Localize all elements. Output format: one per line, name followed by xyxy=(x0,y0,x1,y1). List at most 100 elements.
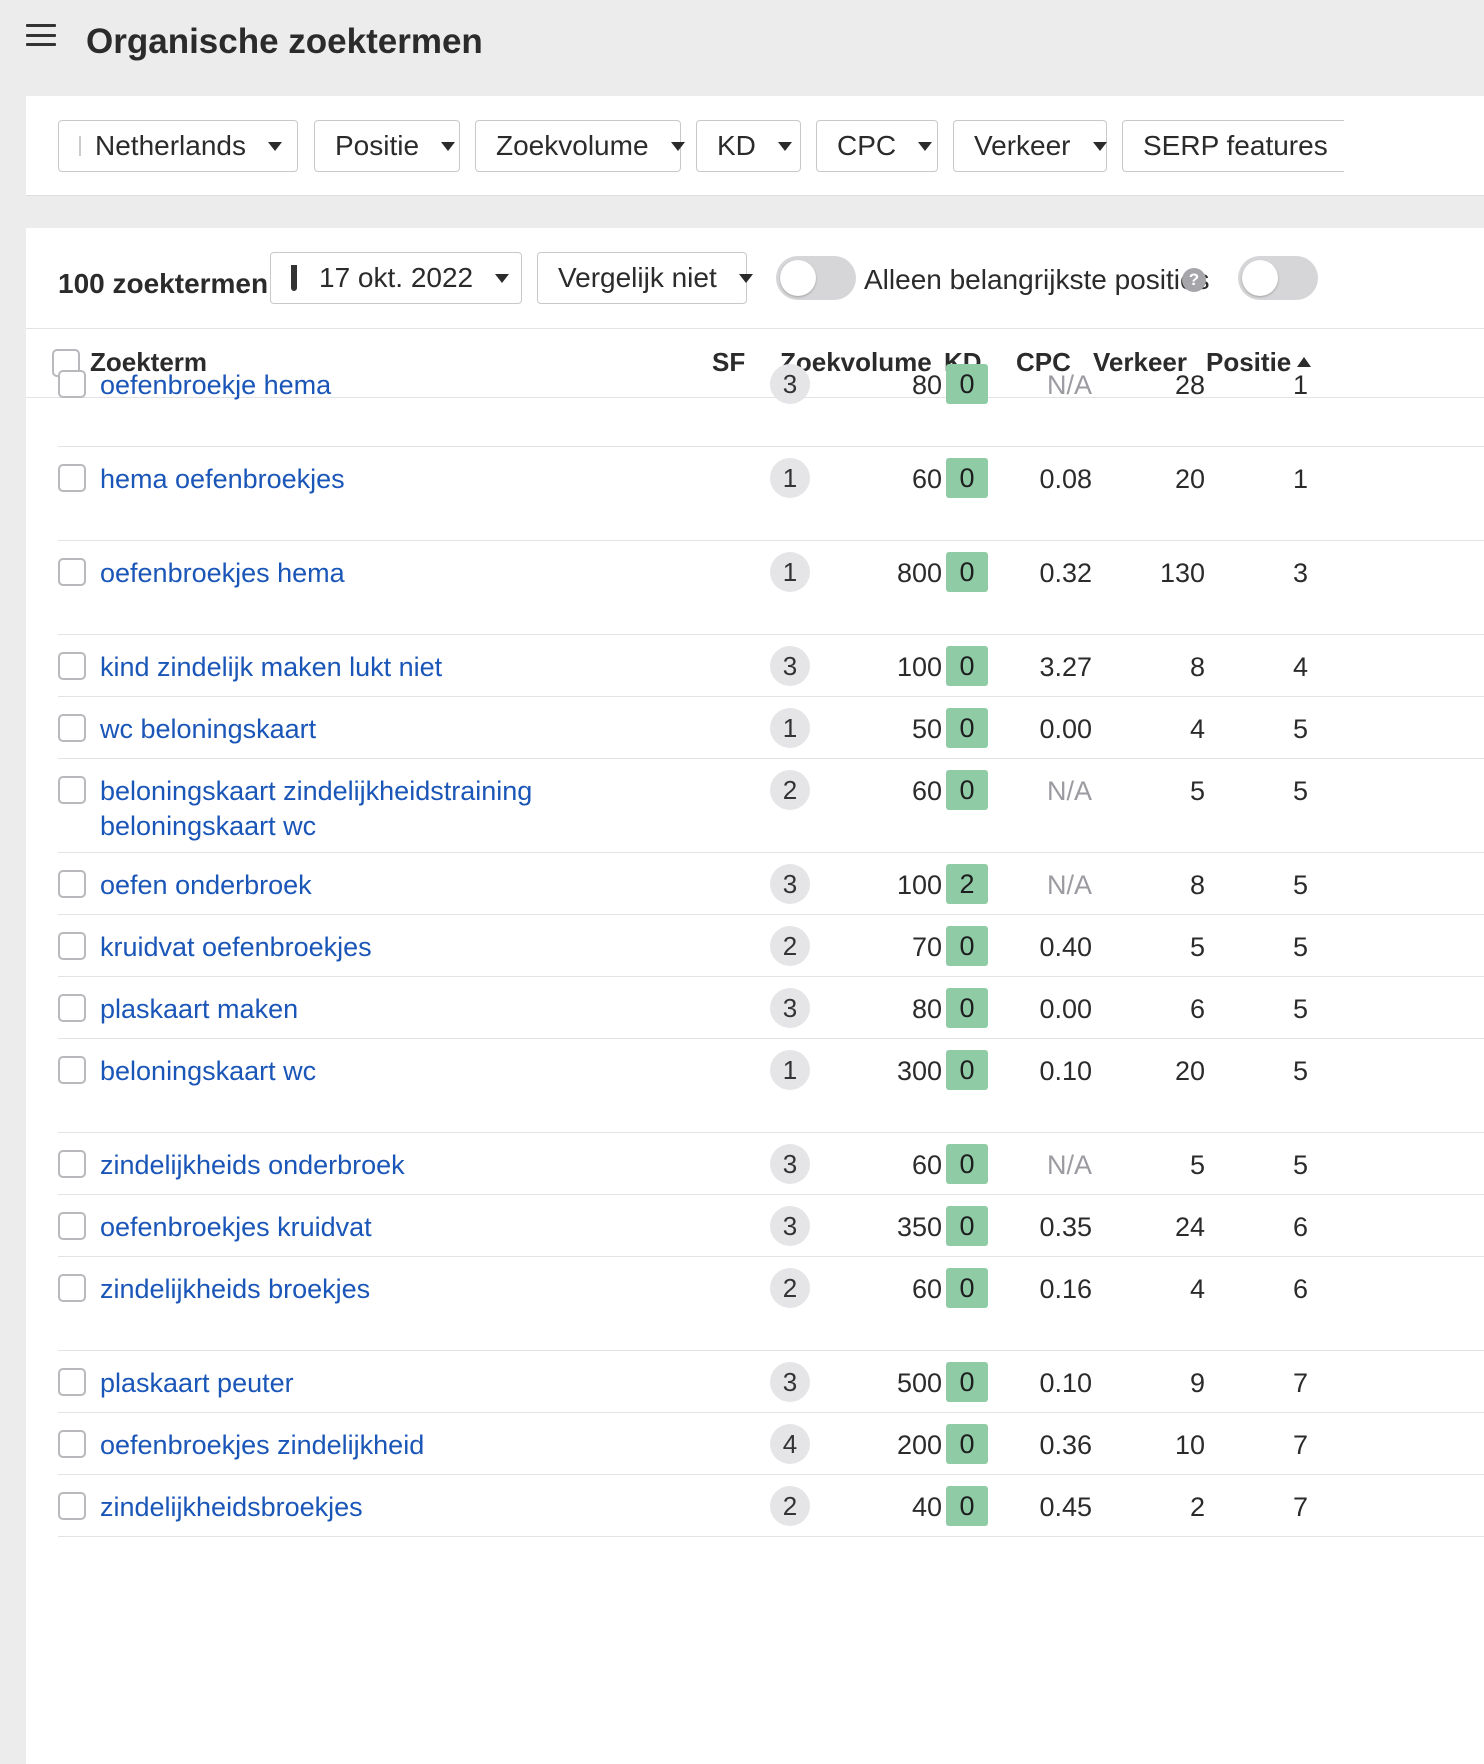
toggle-switch[interactable] xyxy=(776,256,856,300)
keyword-link[interactable]: zindelijkheidsbroekjes xyxy=(100,1490,700,1525)
traffic-value: 4 xyxy=(1189,1274,1205,1304)
row-checkbox[interactable] xyxy=(58,870,86,898)
traffic-value: 20 xyxy=(1174,464,1205,494)
row-checkbox[interactable] xyxy=(58,932,86,960)
keyword-link[interactable]: kind zindelijk maken lukt niet xyxy=(100,650,700,685)
serp-features-badge[interactable]: 3 xyxy=(770,364,810,404)
row-checkbox[interactable] xyxy=(58,1430,86,1458)
row-checkbox[interactable] xyxy=(58,776,86,804)
cpc-value: 0.40 xyxy=(1039,932,1092,962)
traffic-value: 9 xyxy=(1189,1368,1205,1398)
keyword-link[interactable]: zindelijkheids broekjes xyxy=(100,1272,700,1307)
serp-features-badge[interactable]: 3 xyxy=(770,1206,810,1246)
serp-features-badge[interactable]: 2 xyxy=(770,1486,810,1526)
serp-features-badge[interactable]: 3 xyxy=(770,988,810,1028)
row-checkbox[interactable] xyxy=(58,1368,86,1396)
keyword-link[interactable]: oefenbroekje hema xyxy=(100,368,700,403)
keyword-difficulty-badge: 0 xyxy=(946,1268,988,1308)
search-volume-value: 70 xyxy=(911,932,942,962)
keyword-link[interactable]: beloningskaart zindelijkheidstraining be… xyxy=(100,774,700,844)
keyword-link[interactable]: plaskaart maken xyxy=(100,992,700,1027)
position-value: 5 xyxy=(1292,870,1308,900)
serp-features-badge[interactable]: 4 xyxy=(770,1424,810,1464)
table-row: kind zindelijk maken lukt niet 3 100 0 3.27 8… xyxy=(58,634,1484,697)
cpc-value: 0.10 xyxy=(1039,1368,1092,1398)
top-positions-toggle[interactable] xyxy=(1238,256,1318,300)
serp-features-badge[interactable]: 1 xyxy=(770,708,810,748)
serp-features-badge[interactable]: 3 xyxy=(770,864,810,904)
row-checkbox[interactable] xyxy=(58,1056,86,1084)
keyword-difficulty-badge: 0 xyxy=(946,646,988,686)
row-checkbox[interactable] xyxy=(58,714,86,742)
serp-features-badge[interactable]: 1 xyxy=(770,1050,810,1090)
row-checkbox[interactable] xyxy=(58,558,86,586)
serp-features-badge[interactable]: 1 xyxy=(770,552,810,592)
traffic-filter-label: Verkeer xyxy=(974,130,1071,161)
keyword-link[interactable]: plaskaart peuter xyxy=(100,1366,700,1401)
keyword-link[interactable]: oefenbroekjes zindelijkheid xyxy=(100,1428,700,1463)
serp-features-badge[interactable]: 1 xyxy=(770,458,810,498)
position-filter-button[interactable]: Positie xyxy=(314,120,460,172)
serp-features-badge[interactable]: 3 xyxy=(770,646,810,686)
keyword-link[interactable]: oefenbroekjes hema xyxy=(100,556,700,591)
serp-features-badge[interactable]: 2 xyxy=(770,770,810,810)
row-checkbox[interactable] xyxy=(58,1492,86,1520)
keyword-link[interactable]: hema oefenbroekjes xyxy=(100,462,700,497)
serp-features-badge[interactable]: 2 xyxy=(770,1268,810,1308)
position-value: 5 xyxy=(1292,994,1308,1024)
position-value: 5 xyxy=(1292,776,1308,806)
search-volume-value: 200 xyxy=(896,1430,942,1460)
serp-features-badge[interactable]: 2 xyxy=(770,926,810,966)
position-value: 1 xyxy=(1292,464,1308,494)
search-volume-value: 350 xyxy=(896,1212,942,1242)
search-volume-value: 800 xyxy=(896,558,942,588)
chevron-down-icon xyxy=(777,141,792,151)
cpc-value: N/A xyxy=(1046,776,1092,806)
position-value: 5 xyxy=(1292,714,1308,744)
keyword-link[interactable]: oefen onderbroek xyxy=(100,868,700,903)
traffic-value: 8 xyxy=(1189,870,1205,900)
filter-bar: Netherlands Positie Zoekvolume KD CPC Ve… xyxy=(26,96,1484,196)
row-checkbox[interactable] xyxy=(58,370,86,398)
row-checkbox[interactable] xyxy=(58,994,86,1022)
row-checkbox[interactable] xyxy=(58,652,86,680)
cpc-filter-button[interactable]: CPC xyxy=(816,120,938,172)
chevron-down-icon xyxy=(267,141,282,151)
row-checkbox[interactable] xyxy=(58,1212,86,1240)
keyword-link[interactable]: beloningskaart wc xyxy=(100,1054,700,1089)
kd-filter-button[interactable]: KD xyxy=(696,120,801,172)
volume-filter-button[interactable]: Zoekvolume xyxy=(475,120,685,172)
traffic-value: 5 xyxy=(1189,932,1205,962)
cpc-value: 0.36 xyxy=(1039,1430,1092,1460)
table-row: plaskaart peuter 3 500 0 0.10 9 7 xyxy=(58,1350,1484,1413)
position-value: 7 xyxy=(1292,1492,1308,1522)
country-filter-button[interactable]: Netherlands xyxy=(58,120,298,172)
row-checkbox[interactable] xyxy=(58,1274,86,1302)
position-value: 6 xyxy=(1292,1212,1308,1242)
traffic-filter-button[interactable]: Verkeer xyxy=(953,120,1107,172)
serp-features-badge[interactable]: 3 xyxy=(770,1362,810,1402)
keyword-link[interactable]: oefenbroekjes kruidvat xyxy=(100,1210,700,1245)
help-icon[interactable]: ? xyxy=(1182,268,1206,292)
keyword-link[interactable]: zindelijkheids onderbroek xyxy=(100,1148,700,1183)
cpc-value: 0.00 xyxy=(1039,994,1092,1024)
row-checkbox[interactable] xyxy=(58,1150,86,1178)
hamburger-menu-icon[interactable] xyxy=(26,24,56,46)
serp-features-filter-button[interactable]: SERP features xyxy=(1122,120,1344,172)
search-volume-value: 60 xyxy=(911,464,942,494)
traffic-value: 28 xyxy=(1174,370,1205,400)
keyword-difficulty-badge: 0 xyxy=(946,364,988,404)
traffic-value: 6 xyxy=(1189,994,1205,1024)
cpc-value: 0.10 xyxy=(1039,1056,1092,1086)
keyword-link[interactable]: wc beloningskaart xyxy=(100,712,700,747)
table-row: plaskaart maken 3 80 0 0.00 6 5 xyxy=(58,976,1484,1039)
date-picker-button[interactable]: 17 okt. 2022 xyxy=(270,252,522,304)
keyword-link[interactable]: kruidvat oefenbroekjes xyxy=(100,930,700,965)
serp-features-badge[interactable]: 3 xyxy=(770,1144,810,1184)
search-volume-value: 60 xyxy=(911,1274,942,1304)
row-checkbox[interactable] xyxy=(58,464,86,492)
keyword-difficulty-badge: 0 xyxy=(946,1362,988,1402)
compare-button[interactable]: Vergelijk niet xyxy=(537,252,753,304)
search-volume-value: 100 xyxy=(896,652,942,682)
page-header: Organische zoektermen xyxy=(0,0,1484,96)
